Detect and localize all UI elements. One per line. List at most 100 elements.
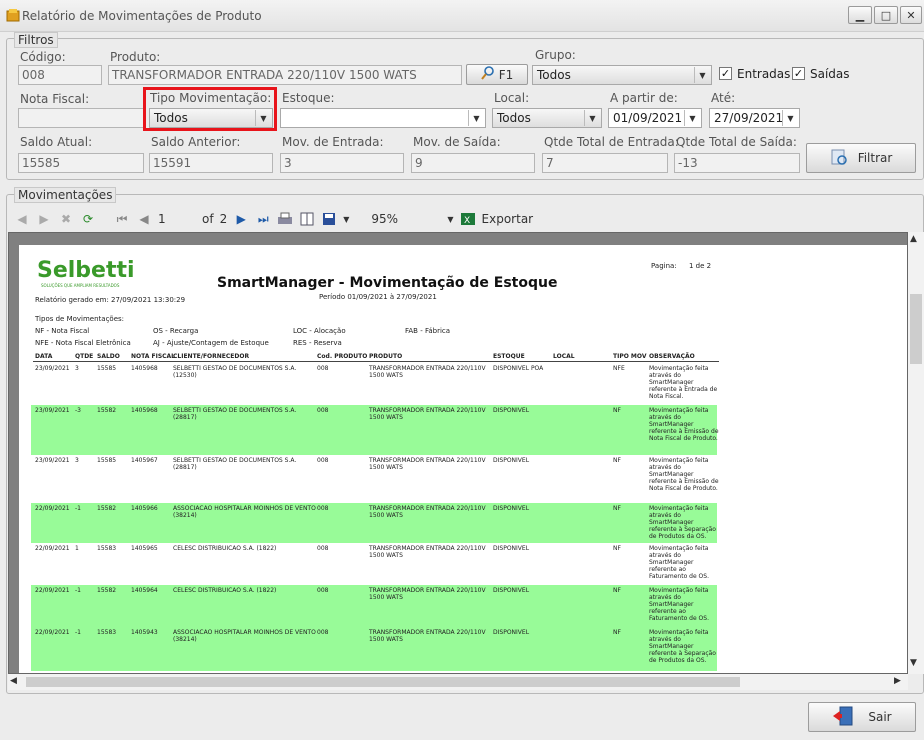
report-logo: Selbetti: [37, 258, 135, 283]
type-aj: AJ - Ajuste/Contagem de Estoque: [153, 339, 269, 347]
table-cell-cod: 008: [317, 587, 329, 594]
column-header: ESTOQUE: [493, 353, 525, 360]
column-header: DATA: [35, 353, 53, 360]
table-cell-saldo: 15585: [97, 365, 117, 372]
saldo-anterior-field[interactable]: 15591: [149, 153, 273, 173]
f1-search-button[interactable]: F1: [466, 64, 528, 85]
table-cell-tipo: NFE: [613, 365, 625, 372]
table-cell-obs: Movimentação feita através do SmartManag…: [649, 629, 716, 664]
vertical-scrollbar[interactable]: ▲ ▼: [908, 232, 924, 674]
minimize-button[interactable]: ▁: [848, 6, 872, 24]
table-cell-qtde: -1: [75, 505, 81, 512]
table-cell-estoque: DISPONIVEL: [493, 505, 530, 512]
table-cell-saldo: 15582: [97, 587, 117, 594]
report-page: Selbetti SOLUÇÕES QUE AMPLIAM RESULTADOS…: [19, 245, 907, 673]
report-toolbar: ◀ ▶ ✖ ⟳ ⏮ ◀ 1 of 2 ▶ ⏭ ▼ 95% ▼ X Exporta…: [14, 208, 534, 230]
grupo-value: Todos: [537, 68, 571, 82]
table-cell-data: 22/09/2021: [35, 587, 70, 594]
saldo-atual-field[interactable]: 15585: [18, 153, 144, 173]
nota-fiscal-label: Nota Fiscal:: [20, 92, 90, 106]
scroll-right-icon[interactable]: ▶: [894, 676, 901, 686]
mov-saida-label: Mov. de Saída:: [413, 135, 501, 149]
table-cell-cod: 008: [317, 457, 329, 464]
estoque-label: Estoque:: [282, 91, 335, 105]
grupo-select[interactable]: Todos ▼: [532, 65, 712, 85]
codigo-label: Código:: [20, 50, 66, 64]
table-cell-nf: 1405964: [131, 587, 158, 594]
column-header: TIPO MOV: [613, 353, 647, 360]
exportar-button[interactable]: Exportar: [482, 212, 534, 226]
tipo-movimentacao-select[interactable]: Todos ▼: [149, 108, 273, 128]
ate-label: Até:: [711, 91, 736, 105]
table-cell-saldo: 15585: [97, 457, 117, 464]
forward-icon[interactable]: ▶: [36, 211, 52, 227]
mov-saida-field[interactable]: 9: [411, 153, 535, 173]
report-title: SmartManager - Movimentação de Estoque: [217, 275, 558, 291]
mov-entrada-label: Mov. de Entrada:: [282, 135, 384, 149]
save-icon[interactable]: [321, 211, 337, 227]
table-cell-cod: 008: [317, 365, 329, 372]
table-cell-saldo: 15583: [97, 629, 117, 636]
qtde-entrada-field[interactable]: 7: [542, 153, 668, 173]
previous-page-icon[interactable]: ◀: [136, 211, 152, 227]
chevron-down-icon[interactable]: ▼: [343, 215, 349, 224]
table-cell-tipo: NF: [613, 587, 621, 594]
table-cell-nf: 1405968: [131, 407, 158, 414]
type-fab: FAB - Fábrica: [405, 327, 451, 335]
report-page-label: Pagina:: [651, 262, 677, 270]
chevron-down-icon[interactable]: ▼: [447, 215, 453, 224]
table-cell-estoque: DISPONIVEL: [493, 587, 530, 594]
scroll-up-icon[interactable]: ▲: [910, 234, 917, 244]
mov-entrada-field[interactable]: 3: [280, 153, 404, 173]
table-cell-obs: Movimentação feita através do SmartManag…: [649, 457, 719, 492]
table-cell-cliente: SELBETTI GESTAO DE DOCUMENTOS S.A. (2881…: [173, 457, 297, 471]
vertical-scroll-thumb[interactable]: [910, 294, 922, 364]
table-cell-data: 22/09/2021: [35, 505, 70, 512]
qtde-saida-label: Qtde Total de Saída:: [676, 135, 797, 149]
local-label: Local:: [494, 91, 530, 105]
produto-field[interactable]: TRANSFORMADOR ENTRADA 220/110V 1500 WATS: [108, 65, 462, 85]
header-divider: [33, 361, 719, 362]
table-cell-saldo: 15582: [97, 407, 117, 414]
app-icon: [6, 8, 20, 22]
entradas-checkbox[interactable]: ✓: [719, 67, 732, 80]
codigo-field[interactable]: 008: [18, 65, 102, 85]
horizontal-scroll-thumb[interactable]: [26, 677, 740, 687]
print-icon[interactable]: [277, 211, 293, 227]
filtrar-button[interactable]: Filtrar: [806, 143, 916, 173]
maximize-button[interactable]: □: [874, 6, 898, 24]
scroll-down-icon[interactable]: ▼: [910, 658, 917, 668]
last-page-icon[interactable]: ⏭: [255, 211, 271, 227]
next-page-icon[interactable]: ▶: [233, 211, 249, 227]
table-cell-cod: 008: [317, 629, 329, 636]
column-header: LOCAL: [553, 353, 575, 360]
back-icon[interactable]: ◀: [14, 211, 30, 227]
a-partir-date[interactable]: 01/09/2021 ▼: [608, 108, 702, 128]
first-page-icon[interactable]: ⏮: [114, 211, 130, 227]
estoque-select[interactable]: ▼: [280, 108, 486, 128]
stop-icon[interactable]: ✖: [58, 211, 74, 227]
ate-date[interactable]: 27/09/2021 ▼: [709, 108, 800, 128]
qtde-saida-field[interactable]: -13: [674, 153, 800, 173]
page-number-input[interactable]: 1: [158, 212, 196, 226]
search-icon: [480, 66, 495, 83]
horizontal-scrollbar[interactable]: ◀ ▶: [8, 674, 908, 690]
saidas-checkbox[interactable]: ✓: [792, 67, 805, 80]
local-select[interactable]: Todos ▼: [492, 108, 602, 128]
page-layout-icon[interactable]: [299, 211, 315, 227]
type-nf: NF - Nota Fiscal: [35, 327, 90, 335]
minimize-icon: ▁: [855, 8, 865, 22]
refresh-icon[interactable]: ⟳: [80, 211, 96, 227]
table-cell-saldo: 15582: [97, 505, 117, 512]
saidas-label: Saídas: [810, 67, 850, 81]
nota-fiscal-field[interactable]: [18, 108, 144, 128]
table-cell-estoque: DISPONIVEL: [493, 457, 530, 464]
close-button[interactable]: ✕: [900, 6, 922, 24]
svg-text:X: X: [464, 216, 470, 226]
zoom-select[interactable]: 95%: [371, 212, 441, 226]
report-viewer[interactable]: Selbetti SOLUÇÕES QUE AMPLIAM RESULTADOS…: [8, 232, 908, 674]
table-cell-produto: TRANSFORMADOR ENTRADA 220/110V 1500 WATS: [369, 587, 486, 601]
table-cell-produto: TRANSFORMADOR ENTRADA 220/110V 1500 WATS: [369, 407, 486, 421]
sair-button[interactable]: Sair: [808, 702, 916, 732]
scroll-left-icon[interactable]: ◀: [10, 676, 17, 686]
